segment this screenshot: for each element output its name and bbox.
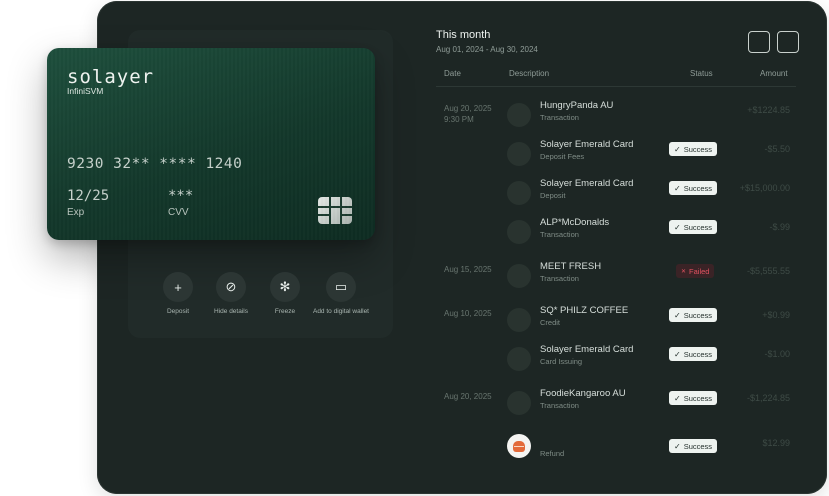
card-exp-value: 12/25	[67, 188, 110, 204]
card-cvv-label: CVV	[168, 207, 189, 218]
plus-icon[interactable]: +	[163, 272, 193, 302]
transaction-amount: +$1224.85	[747, 105, 790, 115]
transaction-amount: +$0.99	[762, 310, 790, 320]
transaction-title: Solayer Emerald Card	[540, 178, 634, 189]
transaction-amount: -$5,555.55	[746, 266, 790, 276]
transaction-amount: -$1,224.85	[746, 393, 790, 403]
status-badge: ✓ Success	[669, 347, 718, 361]
x-icon: ✕	[681, 268, 687, 275]
row-time: 9:30 PM	[444, 115, 474, 124]
transaction-subtitle: Card Issuing	[540, 357, 583, 366]
merchant-avatar	[507, 308, 531, 332]
status-badge: ✓ Success	[669, 142, 718, 156]
check-icon: ✓	[674, 393, 681, 403]
transaction-amount: -$.99	[769, 222, 790, 232]
transaction-title: MEET FRESH	[540, 261, 602, 272]
chip-icon	[318, 197, 352, 224]
status-text: Failed	[689, 266, 710, 276]
header-divider	[436, 86, 796, 87]
transaction-subtitle: Transaction	[540, 274, 579, 283]
transaction-title: HungryPanda AU	[540, 100, 614, 111]
check-icon: ✓	[674, 349, 681, 359]
merchant-avatar	[507, 103, 531, 127]
status-badge: ✓ Success	[669, 220, 718, 234]
transaction-amount: -$1.00	[764, 349, 790, 359]
transaction-subtitle: Deposit Fees	[540, 152, 585, 161]
status-text: Success	[683, 222, 713, 232]
square-button-2[interactable]	[777, 31, 799, 53]
transaction-title: ALP*McDonalds	[540, 217, 610, 228]
transaction-amount: -$5.50	[764, 144, 790, 154]
col-date: Date	[444, 69, 461, 78]
merchant-avatar	[507, 181, 531, 205]
merchant-avatar	[507, 220, 531, 244]
merchant-avatar	[507, 347, 531, 371]
col-description: Description	[509, 69, 550, 78]
add-wallet-action[interactable]: ▭ Add to digital wallet	[306, 272, 376, 315]
merchant-avatar	[507, 142, 531, 166]
row-date: Aug 15, 2025	[444, 265, 492, 274]
transaction-amount: +$15,000.00	[739, 183, 790, 193]
card-cvv-value: ***	[168, 188, 194, 204]
check-icon: ✓	[674, 441, 681, 451]
solayer-card[interactable]: solayer InfiniSVM 9230 32** **** 1240 12…	[47, 48, 375, 240]
check-icon: ✓	[674, 222, 681, 232]
card-exp-label: Exp	[67, 207, 85, 218]
card-brand: solayer	[67, 66, 155, 88]
transaction-subtitle: Refund	[540, 449, 565, 458]
status-badge: ✕ Failed	[676, 264, 715, 278]
transaction-subtitle: Transaction	[540, 230, 579, 239]
transaction-amount: $12.99	[762, 438, 790, 448]
status-text: Success	[683, 310, 713, 320]
transaction-subtitle: Transaction	[540, 113, 579, 122]
card-sub-brand: InfiniSVM	[67, 86, 104, 96]
col-amount: Amount	[760, 69, 788, 78]
merchant-avatar	[507, 391, 531, 415]
status-badge: ✓ Success	[669, 391, 718, 405]
col-status: Status	[690, 69, 713, 78]
row-date: Aug 10, 2025	[444, 309, 492, 318]
transaction-title: SQ* PHILZ COFFEE	[540, 305, 629, 316]
status-text: Success	[683, 393, 713, 403]
transaction-title: Solayer Emerald Card	[540, 344, 634, 355]
wallet-icon[interactable]: ▭	[326, 272, 356, 302]
snowflake-icon[interactable]: ✻	[270, 272, 300, 302]
eye-off-icon[interactable]: ⊘	[216, 272, 246, 302]
row-date: Aug 20, 2025	[444, 392, 492, 401]
status-badge: ✓ Success	[669, 439, 718, 453]
add-wallet-label: Add to digital wallet	[312, 308, 369, 315]
check-icon: ✓	[674, 144, 681, 154]
status-text: Success	[683, 349, 713, 359]
merchant-avatar	[507, 264, 531, 288]
status-badge: ✓ Success	[669, 181, 718, 195]
check-icon: ✓	[674, 183, 681, 193]
period-range: Aug 01, 2024 - Aug 30, 2024	[436, 45, 538, 54]
transaction-title: Solayer Emerald Card	[540, 139, 634, 150]
transaction-title: FoodieKangaroo AU	[540, 388, 626, 399]
period-title: This month	[436, 29, 491, 41]
transaction-subtitle: Credit	[540, 318, 561, 327]
square-button-1[interactable]	[748, 31, 770, 53]
status-text: Success	[683, 441, 713, 451]
transaction-subtitle: Transaction	[540, 401, 579, 410]
status-text: Success	[683, 144, 713, 154]
row-date: Aug 20, 2025 9:30 PM	[444, 104, 492, 124]
status-badge: ✓ Success	[669, 308, 718, 322]
card-number: 9230 32** **** 1240	[67, 156, 243, 172]
burger-icon	[507, 434, 531, 458]
status-text: Success	[683, 183, 713, 193]
transaction-subtitle: Deposit	[540, 191, 566, 200]
check-icon: ✓	[674, 310, 681, 320]
